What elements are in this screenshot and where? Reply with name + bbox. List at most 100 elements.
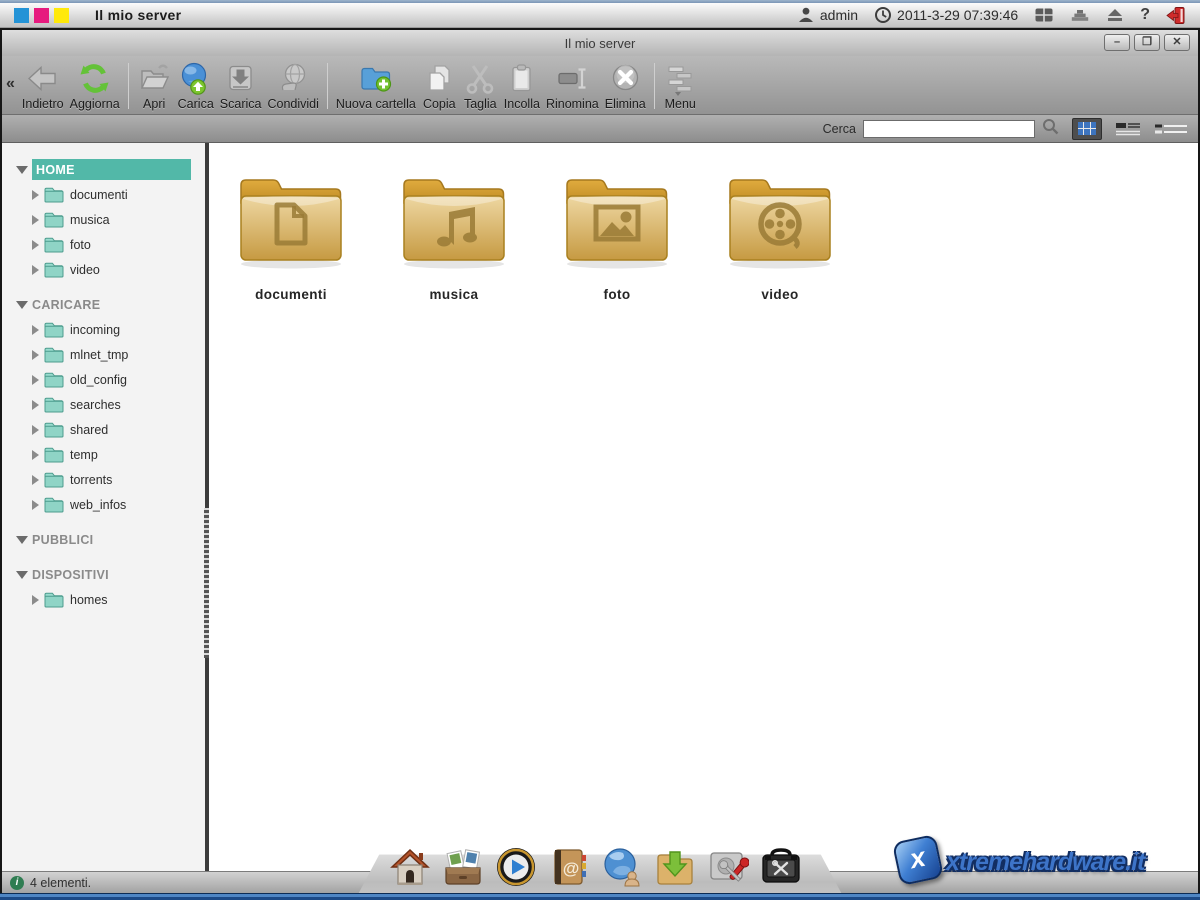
dock-toolkit-icon[interactable] <box>760 846 802 888</box>
view-details-button[interactable] <box>1154 122 1188 136</box>
download-button[interactable]: Scarica <box>217 61 265 111</box>
dock-media-player-icon[interactable] <box>495 846 537 888</box>
file-grid: documenti <box>209 143 1198 871</box>
menu-icon <box>663 61 698 96</box>
folder-documenti[interactable]: documenti <box>231 169 351 302</box>
paste-clipboard-icon <box>504 61 539 96</box>
search-input[interactable] <box>863 120 1035 138</box>
upload-button[interactable]: Carica <box>175 61 217 111</box>
restore-button[interactable]: ❐ <box>1134 34 1160 51</box>
collapsed-arrow-icon[interactable] <box>32 375 39 385</box>
sidebar-item-web-infos[interactable]: web_infos <box>2 492 205 517</box>
topbar-title: Il mio server <box>95 7 181 23</box>
refresh-button[interactable]: Aggiorna <box>67 61 123 111</box>
sidebar-item-homes[interactable]: homes <box>2 587 205 612</box>
window-title: Il mio server <box>565 36 636 51</box>
collapsed-arrow-icon[interactable] <box>32 475 39 485</box>
dock: @ <box>355 842 845 900</box>
sidebar-item-pubblici[interactable]: PUBBLICI <box>2 527 205 552</box>
apps-podium-icon[interactable] <box>1070 6 1090 24</box>
back-button[interactable]: Indietro <box>19 61 67 111</box>
eject-icon[interactable] <box>1106 6 1124 24</box>
folder-icon <box>44 497 64 513</box>
expand-arrow-icon[interactable] <box>16 571 28 579</box>
collapsed-arrow-icon[interactable] <box>32 500 39 510</box>
collapsed-arrow-icon[interactable] <box>32 265 39 275</box>
back-icon <box>25 61 60 96</box>
toolbar-collapse-chevron[interactable]: « <box>4 75 19 93</box>
dock-downloads-icon[interactable] <box>654 846 696 888</box>
rename-button[interactable]: Rinomina <box>543 61 602 111</box>
folder-icon <box>44 237 64 253</box>
collapsed-arrow-icon[interactable] <box>32 425 39 435</box>
sidebar-item-shared[interactable]: shared <box>2 417 205 442</box>
sidebar-item-musica[interactable]: musica <box>2 207 205 232</box>
watermark: x xtremehardware.it <box>890 838 1198 892</box>
sidebar-section-home: HOME documenti musica <box>2 157 205 282</box>
user-menu[interactable]: admin <box>797 6 858 24</box>
sidebar-item-caricare[interactable]: CARICARE <box>2 292 205 317</box>
dock-photos-icon[interactable] <box>442 846 484 888</box>
logout-icon[interactable] <box>1166 6 1186 25</box>
new-folder-button[interactable]: Nuova cartella <box>333 61 419 111</box>
delete-button[interactable]: Elimina <box>602 61 649 111</box>
collapsed-arrow-icon[interactable] <box>32 190 39 200</box>
close-button[interactable]: ✕ <box>1164 34 1190 51</box>
sidebar-item-incoming[interactable]: incoming <box>2 317 205 342</box>
collapsed-arrow-icon[interactable] <box>32 450 39 460</box>
sidebar-item-temp[interactable]: temp <box>2 442 205 467</box>
collapsed-arrow-icon[interactable] <box>32 325 39 335</box>
folder-video[interactable]: video <box>720 169 840 302</box>
folder-musica[interactable]: musica <box>394 169 514 302</box>
sidebar-item-old-config[interactable]: old_config <box>2 367 205 392</box>
logo-square-magenta <box>34 8 49 23</box>
sidebar-item-mlnet-tmp[interactable]: mlnet_tmp <box>2 342 205 367</box>
view-list-button[interactable] <box>1115 121 1141 137</box>
dock-home-icon[interactable] <box>389 846 431 888</box>
window-titlebar[interactable]: Il mio server – ❐ ✕ <box>2 30 1198 56</box>
toolbar-separator <box>128 63 129 109</box>
sidebar-item-searches[interactable]: searches <box>2 392 205 417</box>
window-grid-icon[interactable] <box>1034 6 1054 24</box>
folder-foto[interactable]: foto <box>557 169 677 302</box>
sidebar-item-video[interactable]: video <box>2 257 205 282</box>
paste-button[interactable]: Incolla <box>501 61 543 111</box>
collapsed-arrow-icon[interactable] <box>32 400 39 410</box>
sidebar-item-home[interactable]: HOME <box>2 157 205 182</box>
user-icon <box>797 6 815 24</box>
datetime-text: 2011-3-29 07:39:46 <box>897 7 1018 23</box>
expand-arrow-icon[interactable] <box>16 301 28 309</box>
collapsed-arrow-icon[interactable] <box>32 595 39 605</box>
minimize-button[interactable]: – <box>1104 34 1130 51</box>
copy-button[interactable]: Copia <box>419 61 460 111</box>
dock-disk-utility-icon[interactable] <box>707 846 749 888</box>
view-grid-button[interactable] <box>1072 118 1102 140</box>
help-icon[interactable]: ? <box>1140 6 1150 24</box>
menu-button[interactable]: Menu <box>660 61 701 111</box>
collapsed-arrow-icon[interactable] <box>32 240 39 250</box>
collapsed-arrow-icon[interactable] <box>32 350 39 360</box>
sidebar-item-documenti[interactable]: documenti <box>2 182 205 207</box>
folder-icon <box>44 212 64 228</box>
magnifier-icon[interactable] <box>1042 118 1059 140</box>
folder-icon <box>44 447 64 463</box>
sidebar-section-pubblici: PUBBLICI <box>2 527 205 552</box>
search-row: Cerca <box>2 115 1198 143</box>
refresh-icon <box>77 61 112 96</box>
folder-document-icon <box>231 169 351 273</box>
share-button[interactable]: Condividi <box>264 61 321 111</box>
open-button[interactable]: Apri <box>134 61 175 111</box>
dock-network-icon[interactable] <box>601 846 643 888</box>
sidebar-item-torrents[interactable]: torrents <box>2 467 205 492</box>
cut-button[interactable]: Taglia <box>460 61 501 111</box>
dock-contacts-icon[interactable]: @ <box>548 846 590 888</box>
folder-icon <box>44 472 64 488</box>
sidebar-item-dispositivi[interactable]: DISPOSITIVI <box>2 562 205 587</box>
expand-arrow-icon[interactable] <box>16 536 28 544</box>
user-name: admin <box>820 7 858 23</box>
expand-arrow-icon[interactable] <box>16 166 28 174</box>
watermark-x-tile-icon: x <box>892 834 944 886</box>
sidebar-item-foto[interactable]: foto <box>2 232 205 257</box>
clock-icon <box>874 6 892 24</box>
collapsed-arrow-icon[interactable] <box>32 215 39 225</box>
